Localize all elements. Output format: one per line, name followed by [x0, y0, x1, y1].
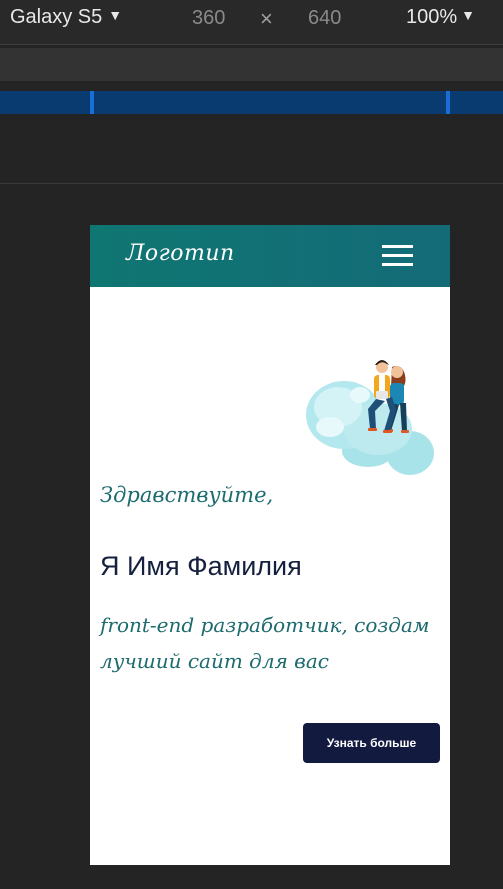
- divider: [0, 183, 503, 184]
- caret-down-icon: ▼: [108, 7, 123, 23]
- device-select[interactable]: Galaxy S5 ▼: [10, 6, 122, 29]
- learn-more-button[interactable]: Узнать больше: [303, 723, 440, 763]
- caret-down-icon: ▼: [461, 7, 476, 23]
- zoom-value: 100%: [406, 6, 458, 28]
- site-header: Логотип: [90, 225, 450, 287]
- zoom-select[interactable]: 100% ▼: [406, 6, 475, 29]
- devtools-ruler-bar: [0, 48, 503, 81]
- greeting-text: Здравствуйте,: [100, 483, 274, 507]
- logo[interactable]: Логотип: [126, 241, 235, 266]
- height-input[interactable]: 640: [308, 7, 341, 30]
- width-input[interactable]: 360: [192, 7, 225, 30]
- hero-name: Я Имя Фамилия: [100, 551, 302, 581]
- media-query-marker[interactable]: [90, 91, 94, 114]
- hamburger-menu-icon[interactable]: [382, 245, 413, 267]
- media-query-marker[interactable]: [446, 91, 450, 114]
- devtools-device-toolbar: Galaxy S5 ▼ 360 × 640 100% ▼: [0, 0, 503, 45]
- dimension-separator: ×: [260, 6, 273, 31]
- hero-role: front-end разработчик, создам лучший сай…: [100, 613, 430, 673]
- people-on-cloud-illustration: [306, 360, 434, 475]
- device-name: Galaxy S5: [10, 6, 103, 28]
- emulated-viewport: Логотип Здравствуйте, Я Имя Фамилия fron…: [90, 225, 450, 865]
- media-query-bar[interactable]: [0, 91, 503, 114]
